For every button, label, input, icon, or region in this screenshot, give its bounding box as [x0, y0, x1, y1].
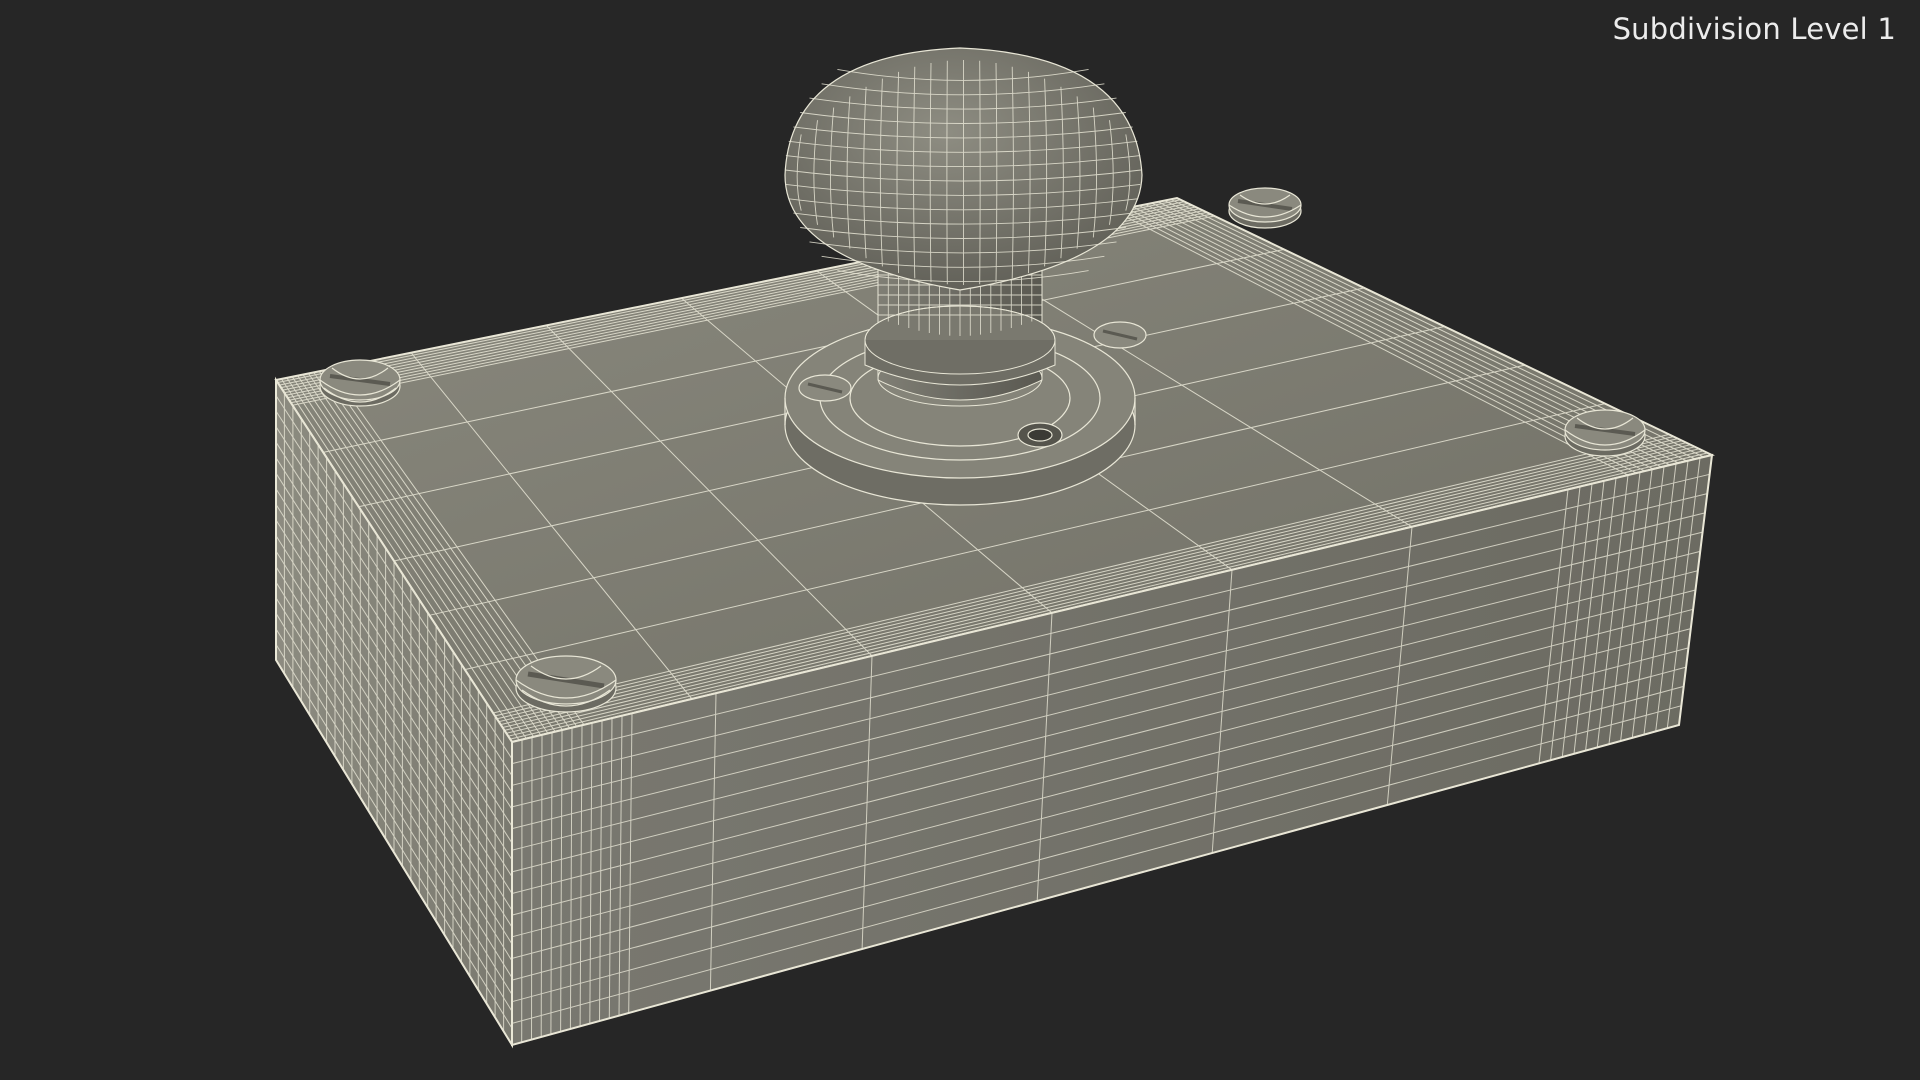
screw-icon: [1564, 409, 1646, 457]
screw-icon: [1228, 187, 1302, 229]
screw-icon: [319, 359, 401, 407]
subdivision-level-label: Subdivision Level 1: [1612, 12, 1896, 46]
wireframe-model-icon: [274, 47, 1715, 1049]
3d-viewport[interactable]: Subdivision Level 1: [0, 0, 1920, 1080]
screw-icon: [515, 655, 617, 713]
